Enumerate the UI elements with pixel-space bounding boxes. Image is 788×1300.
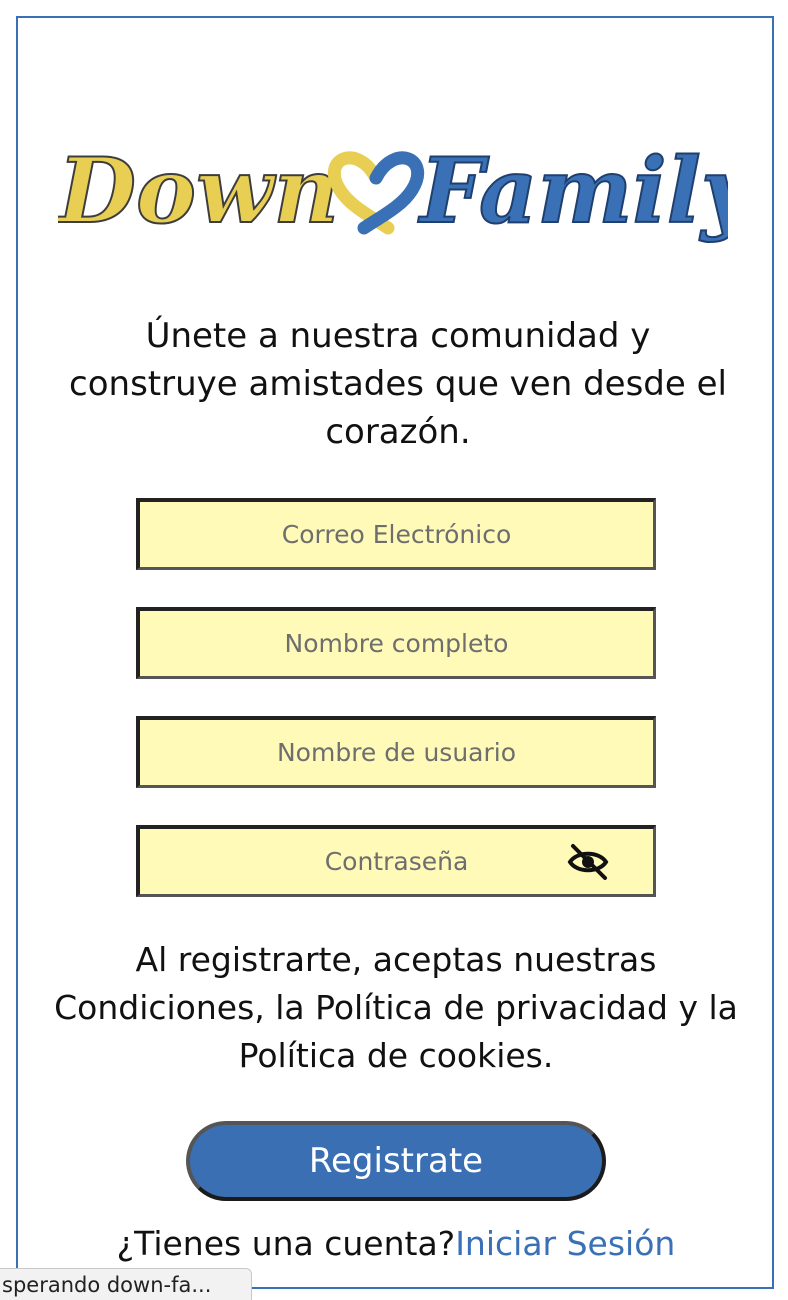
- login-prompt: ¿Tienes una cuenta?: [116, 1224, 456, 1263]
- logo-word-family: Family: [417, 138, 728, 244]
- logo-word-down: Down: [58, 138, 339, 244]
- email-field-wrapper: [136, 498, 656, 570]
- register-button[interactable]: Registrate: [186, 1121, 606, 1201]
- login-prompt-line: ¿Tienes una cuenta?Iniciar Sesión: [60, 1220, 732, 1268]
- eye-slash-icon[interactable]: [567, 843, 609, 881]
- tagline: Únete a nuestra comunidad y construye am…: [69, 316, 727, 452]
- heart-icon: [327, 151, 425, 235]
- login-link[interactable]: Iniciar Sesión: [455, 1224, 675, 1263]
- email-field[interactable]: [140, 502, 653, 567]
- username-field-wrapper: [136, 716, 656, 788]
- fullname-field-wrapper: [136, 607, 656, 679]
- downfamily-logo: Down Family: [58, 138, 728, 273]
- password-field-wrapper: [136, 825, 656, 897]
- terms-text: Al registrarte, aceptas nuestras Condici…: [54, 940, 738, 1075]
- browser-status-bar: sperando down-fa...: [0, 1268, 252, 1300]
- fullname-field[interactable]: [140, 611, 653, 676]
- username-field[interactable]: [140, 720, 653, 785]
- logo-graphic: Down Family: [58, 138, 728, 245]
